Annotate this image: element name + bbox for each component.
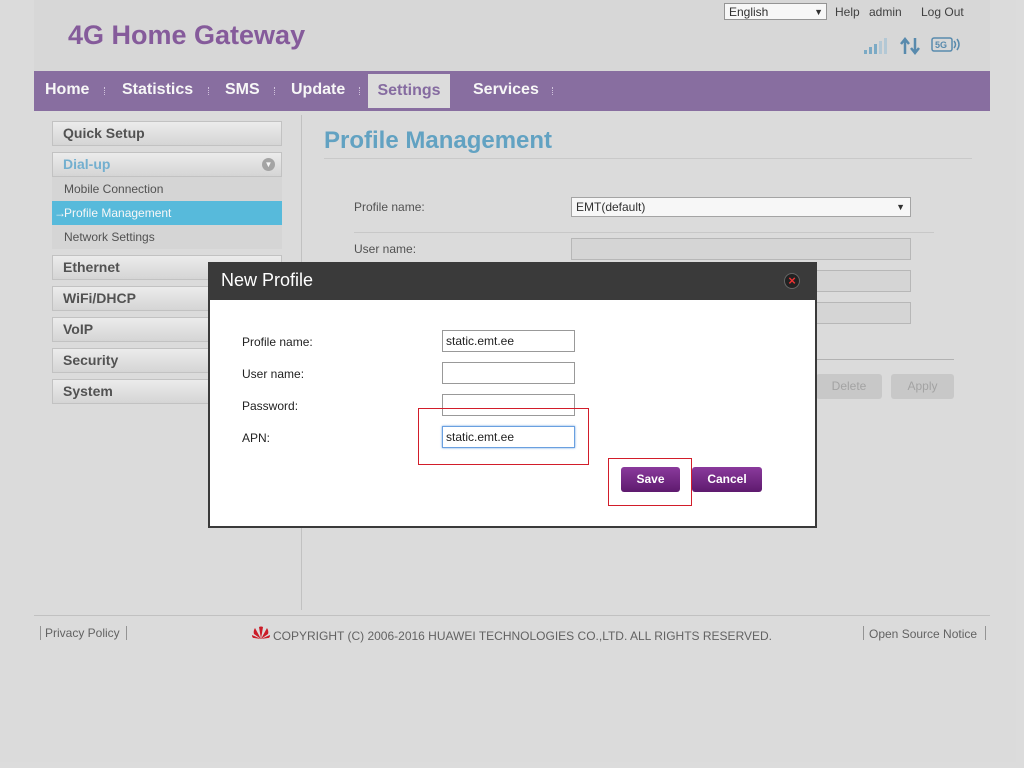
dialog-header: New Profile × xyxy=(210,264,815,300)
profile-name-input[interactable] xyxy=(442,330,575,352)
dialog-title: New Profile xyxy=(221,270,314,290)
close-icon[interactable]: × xyxy=(784,273,800,289)
cancel-button[interactable]: Cancel xyxy=(692,467,762,492)
highlight-box xyxy=(608,458,692,506)
user-name-label: User name: xyxy=(242,367,305,381)
highlight-box xyxy=(418,408,589,465)
password-label: Password: xyxy=(242,399,299,413)
user-name-input[interactable] xyxy=(442,362,575,384)
profile-name-label: Profile name: xyxy=(242,335,313,349)
apn-label: APN: xyxy=(242,431,271,445)
new-profile-dialog: New Profile × Profile name: User name: P… xyxy=(208,262,817,528)
